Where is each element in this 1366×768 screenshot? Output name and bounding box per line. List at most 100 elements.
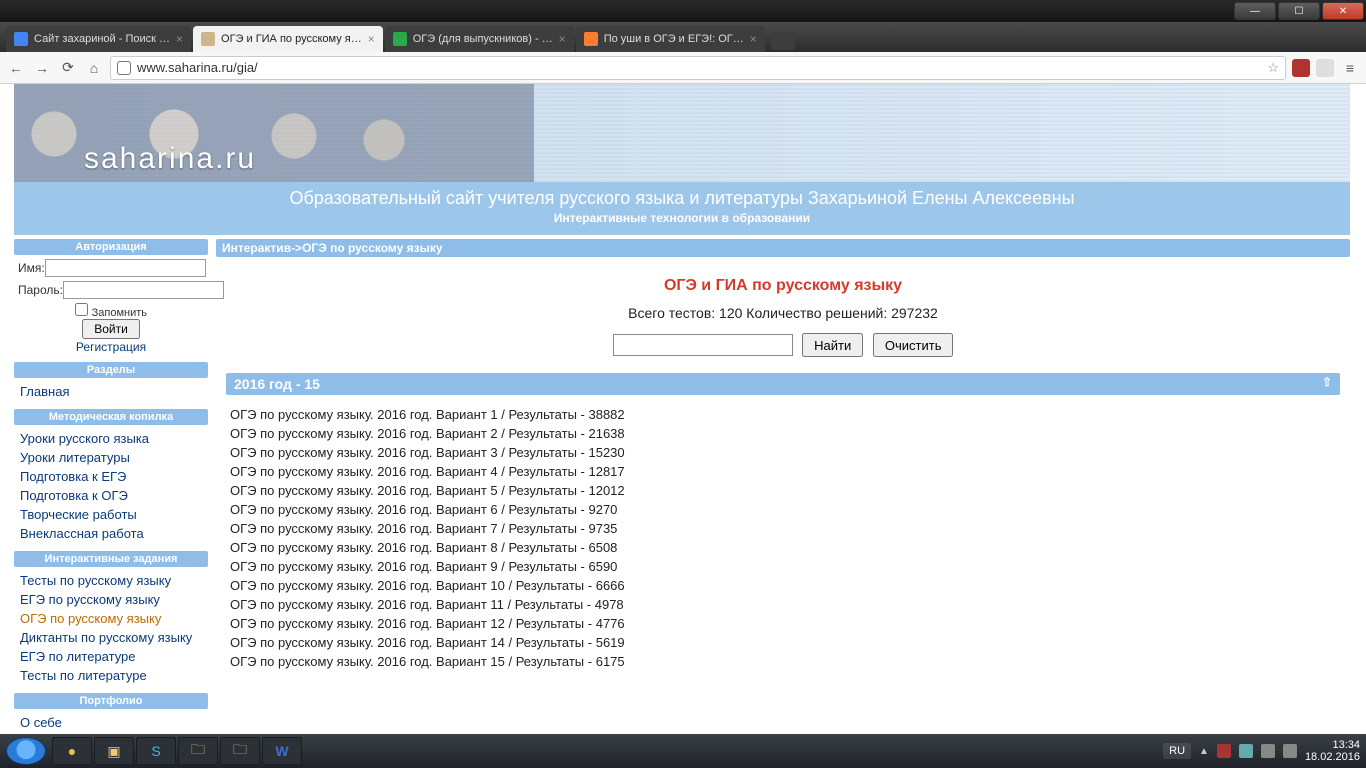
page-title: ОГЭ и ГИА по русскому языку [226,277,1340,295]
test-link[interactable]: ОГЭ по русскому языку. 2016 год. Вариант… [230,559,617,574]
year-heading[interactable]: 2016 год - 15 ⇧ [226,373,1340,395]
search-input[interactable] [613,334,793,356]
test-link[interactable]: ОГЭ по русскому языку. 2016 год. Вариант… [230,521,617,536]
favicon-icon [393,32,407,46]
sidebar-section: О себеДостижения учеников [14,709,208,734]
test-link[interactable]: ОГЭ по русскому языку. 2016 год. Вариант… [230,654,625,669]
browser-tab[interactable]: ОГЭ и ГИА по русскому я…× [193,26,383,52]
login-password-label: Пароль: [18,283,63,297]
login-name-input[interactable] [45,259,206,277]
clear-button[interactable]: Очистить [873,333,954,357]
taskbar-skype-icon[interactable]: S [136,737,176,765]
sidebar: Авторизация Имя: Пароль: Запомнить [14,239,208,734]
sidebar-section: Главная [14,378,208,409]
login-name-label: Имя: [18,261,45,275]
taskbar-chrome-icon[interactable]: ● [52,737,92,765]
test-item: ОГЭ по русскому языку. 2016 год. Вариант… [230,576,1336,595]
sidebar-link[interactable]: Уроки русского языка [18,429,204,448]
sidebar-link[interactable]: Подготовка к ОГЭ [18,486,204,505]
sidebar-link[interactable]: Главная [18,382,204,401]
sidebar-link[interactable]: Творческие работы [18,505,204,524]
remember-checkbox[interactable] [75,303,88,316]
sidebar-link[interactable]: Тесты по русскому языку [18,571,204,590]
sidebar-link[interactable]: ЕГЭ по русскому языку [18,590,204,609]
tray-flag-icon[interactable] [1217,744,1231,758]
bookmark-star-icon[interactable]: ☆ [1267,60,1279,76]
browser-tab[interactable]: По уши в ОГЭ и ЕГЭ!: ОГ…× [576,26,765,52]
tab-close-icon[interactable]: × [744,32,757,46]
taskbar-clock[interactable]: 13:34 18.02.2016 [1305,739,1360,763]
page-viewport[interactable]: saharina.ru Образовательный сайт учителя… [0,84,1366,734]
tests-list: ОГЭ по русскому языку. 2016 год. Вариант… [226,395,1340,671]
test-link[interactable]: ОГЭ по русскому языку. 2016 год. Вариант… [230,464,625,479]
site-brand: saharina.ru [84,142,256,176]
taskbar-word-icon[interactable]: W [262,737,302,765]
language-indicator[interactable]: RU [1163,743,1191,759]
site-banner: saharina.ru [14,84,1350,182]
back-button[interactable]: ← [6,58,26,78]
site-subtitle-line1: Образовательный сайт учителя русского яз… [18,188,1346,209]
test-item: ОГЭ по русскому языку. 2016 год. Вариант… [230,462,1336,481]
window-titlebar: — ☐ ✕ [0,0,1366,22]
menu-button[interactable]: ≡ [1340,58,1360,78]
taskbar-folder-icon[interactable]: 🗀 [178,737,218,765]
login-button[interactable]: Войти [82,319,140,339]
test-link[interactable]: ОГЭ по русскому языку. 2016 год. Вариант… [230,540,617,555]
page-icon [117,61,131,75]
test-link[interactable]: ОГЭ по русскому языку. 2016 год. Вариант… [230,616,625,631]
forward-button[interactable]: → [32,58,52,78]
test-item: ОГЭ по русскому языку. 2016 год. Вариант… [230,595,1336,614]
tray-network-icon[interactable] [1261,744,1275,758]
tab-close-icon[interactable]: × [170,32,183,46]
tray-volume-icon[interactable] [1283,744,1297,758]
login-password-input[interactable] [63,281,224,299]
extension-icon[interactable] [1316,59,1334,77]
sidebar-link[interactable]: Подготовка к ЕГЭ [18,467,204,486]
home-button[interactable]: ⌂ [84,58,104,78]
test-link[interactable]: ОГЭ по русскому языку. 2016 год. Вариант… [230,426,625,441]
test-link[interactable]: ОГЭ по русскому языку. 2016 год. Вариант… [230,445,625,460]
taskbar-folder2-icon[interactable]: 🗀 [220,737,260,765]
window-minimize-button[interactable]: — [1234,2,1276,20]
favicon-icon [201,32,215,46]
search-button[interactable]: Найти [802,333,863,357]
search-row: Найти Очистить [226,333,1340,357]
sidebar-link[interactable]: Внеклассная работа [18,524,204,543]
test-link[interactable]: ОГЭ по русскому языку. 2016 год. Вариант… [230,407,625,422]
tests-stats: Всего тестов: 120 Количество решений: 29… [226,305,1340,321]
sidebar-link[interactable]: О себе [18,713,204,732]
system-tray: RU ▲ 13:34 18.02.2016 [1163,739,1360,763]
tray-overflow-icon[interactable]: ▲ [1199,746,1209,757]
windows-taskbar: ● ▣ S 🗀 🗀 W RU ▲ 13:34 18.02.2016 [0,734,1366,768]
collapse-up-icon[interactable]: ⇧ [1322,375,1332,389]
register-link[interactable]: Регистрация [76,340,146,354]
remember-label: Запомнить [92,307,147,319]
window-close-button[interactable]: ✕ [1322,2,1364,20]
taskbar-explorer-icon[interactable]: ▣ [94,737,134,765]
tray-app-icon[interactable] [1239,744,1253,758]
test-link[interactable]: ОГЭ по русскому языку. 2016 год. Вариант… [230,483,625,498]
test-link[interactable]: ОГЭ по русскому языку. 2016 год. Вариант… [230,597,624,612]
sidebar-link[interactable]: Уроки литературы [18,448,204,467]
test-link[interactable]: ОГЭ по русскому языку. 2016 год. Вариант… [230,502,617,517]
tab-close-icon[interactable]: × [362,32,375,46]
sidebar-link[interactable]: Тесты по литературе [18,666,204,685]
test-link[interactable]: ОГЭ по русскому языку. 2016 год. Вариант… [230,578,625,593]
test-link[interactable]: ОГЭ по русскому языку. 2016 год. Вариант… [230,635,625,650]
sidebar-link[interactable]: ОГЭ по русскому языку [18,609,204,628]
sidebar-auth-head: Авторизация [14,239,208,255]
extension-ublock-icon[interactable] [1292,59,1310,77]
window-maximize-button[interactable]: ☐ [1278,2,1320,20]
new-tab-button[interactable] [771,32,795,50]
test-item: ОГЭ по русскому языку. 2016 год. Вариант… [230,614,1336,633]
test-item: ОГЭ по русскому языку. 2016 год. Вариант… [230,557,1336,576]
clock-date: 18.02.2016 [1305,751,1360,763]
browser-tab[interactable]: ОГЭ (для выпускников) - …× [385,26,574,52]
reload-button[interactable]: ⟳ [58,58,78,78]
start-button[interactable] [6,737,46,765]
sidebar-link[interactable]: ЕГЭ по литературе [18,647,204,666]
browser-tab[interactable]: Сайт захариной - Поиск …× [6,26,191,52]
sidebar-link[interactable]: Диктанты по русскому языку [18,628,204,647]
tab-close-icon[interactable]: × [553,32,566,46]
address-bar[interactable]: www.saharina.ru/gia/ ☆ [110,56,1286,80]
